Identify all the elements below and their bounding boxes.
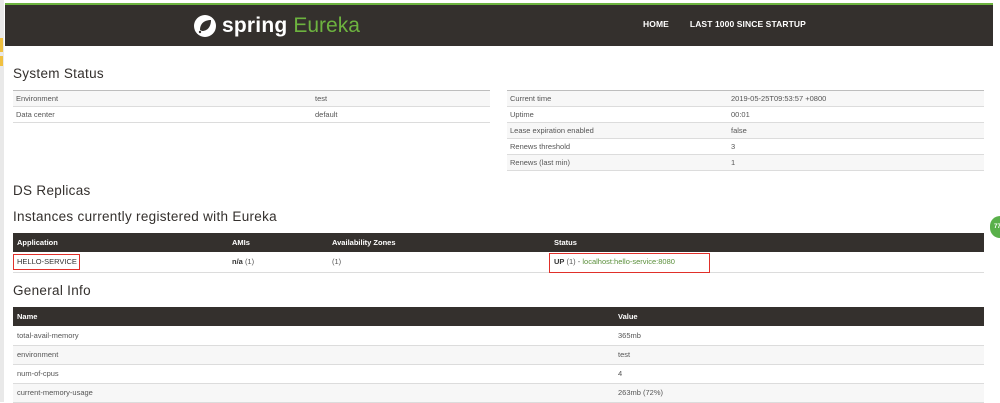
instance-amis-label: n/a [232,257,243,267]
col-application: Application [13,233,228,252]
table-row: Data center default [13,106,490,123]
info-value: test [614,345,984,365]
table-row: Environment test [13,90,490,107]
table-header-row: Application AMIs Availability Zones Stat… [13,233,984,252]
table-header-row: Name Value [13,307,984,326]
system-status-left-table: Environment test Data center default [13,90,490,123]
col-value: Value [614,307,984,326]
table-row: Current time 2019-05-25T09:53:57 +0800 [507,90,984,107]
spring-leaf-icon [194,15,216,37]
system-status-title: System Status [13,66,104,81]
env-label: Environment [13,90,312,107]
lease-label: Lease expiration enabled [507,122,728,139]
info-name: total-avail-memory [13,326,614,346]
info-value: 4 [614,364,984,384]
table-row: num-of-cpus 4 [13,364,984,384]
col-status: Status [550,233,984,252]
instance-zones-cell: (1) [328,252,550,273]
current-time-label: Current time [507,90,728,107]
instance-application-name[interactable]: HELLO-SERVICE [17,257,77,266]
instance-application-cell: HELLO-SERVICE [13,252,228,273]
instance-status-link[interactable]: localhost:hello-service:8080 [582,257,675,266]
brand-eureka-text: Eureka [293,14,360,37]
ds-replicas-title: DS Replicas [13,183,91,198]
col-name: Name [13,307,614,326]
table-row: Uptime 00:01 [507,106,984,123]
window-left-edge [0,0,4,402]
instance-status-count: (1) - [566,257,583,267]
col-amis: AMIs [228,233,328,252]
side-floating-badge[interactable]: 77 [990,216,1000,238]
lease-value: false [728,122,984,139]
datacenter-value: default [312,106,490,123]
table-row: Renews (last min) 1 [507,154,984,171]
instance-status-cell: UP (1) - localhost:hello-service:8080 [550,252,984,273]
uptime-label: Uptime [507,106,728,123]
instance-status-label: UP [554,257,565,267]
info-value: 263mb (72%) [614,383,984,403]
general-info-table: Name Value total-avail-memory 365mb envi… [13,307,984,403]
brand-spring-text: spring [222,14,288,37]
table-row: Renews threshold 3 [507,138,984,155]
table-row: total-avail-memory 365mb [13,326,984,346]
env-value: test [312,90,490,107]
info-name: environment [13,345,614,365]
instances-table: Application AMIs Availability Zones Stat… [13,233,984,273]
renews-threshold-label: Renews threshold [507,138,728,155]
col-zones: Availability Zones [328,233,550,252]
renews-last-min-value: 1 [728,154,984,171]
general-info-title: General Info [13,283,91,298]
uptime-value: 00:01 [728,106,984,123]
instance-amis-count: (1) [244,257,255,267]
info-name: num-of-cpus [13,364,614,384]
table-row: current-memory-usage 263mb (72%) [13,383,984,403]
renews-last-min-label: Renews (last min) [507,154,728,171]
renews-threshold-value: 3 [728,138,984,155]
system-status-right-table: Current time 2019-05-25T09:53:57 +0800 U… [507,90,984,171]
info-value: 365mb [614,326,984,346]
info-name: current-memory-usage [13,383,614,403]
table-row: HELLO-SERVICE n/a (1) (1) UP (1) - local… [13,252,984,273]
table-row: environment test [13,345,984,365]
nav-links: HOME LAST 1000 SINCE STARTUP [643,19,806,29]
top-navbar: spring Eureka HOME LAST 1000 SINCE START… [5,3,993,46]
nav-home-link[interactable]: HOME [643,19,669,29]
instance-amis-cell: n/a (1) [228,252,328,273]
spring-eureka-logo[interactable]: spring Eureka [193,12,360,40]
table-row: Lease expiration enabled false [507,122,984,139]
nav-last-1000-link[interactable]: LAST 1000 SINCE STARTUP [690,19,806,29]
datacenter-label: Data center [13,106,312,123]
instances-title: Instances currently registered with Eure… [13,209,277,224]
current-time-value: 2019-05-25T09:53:57 +0800 [728,90,984,107]
